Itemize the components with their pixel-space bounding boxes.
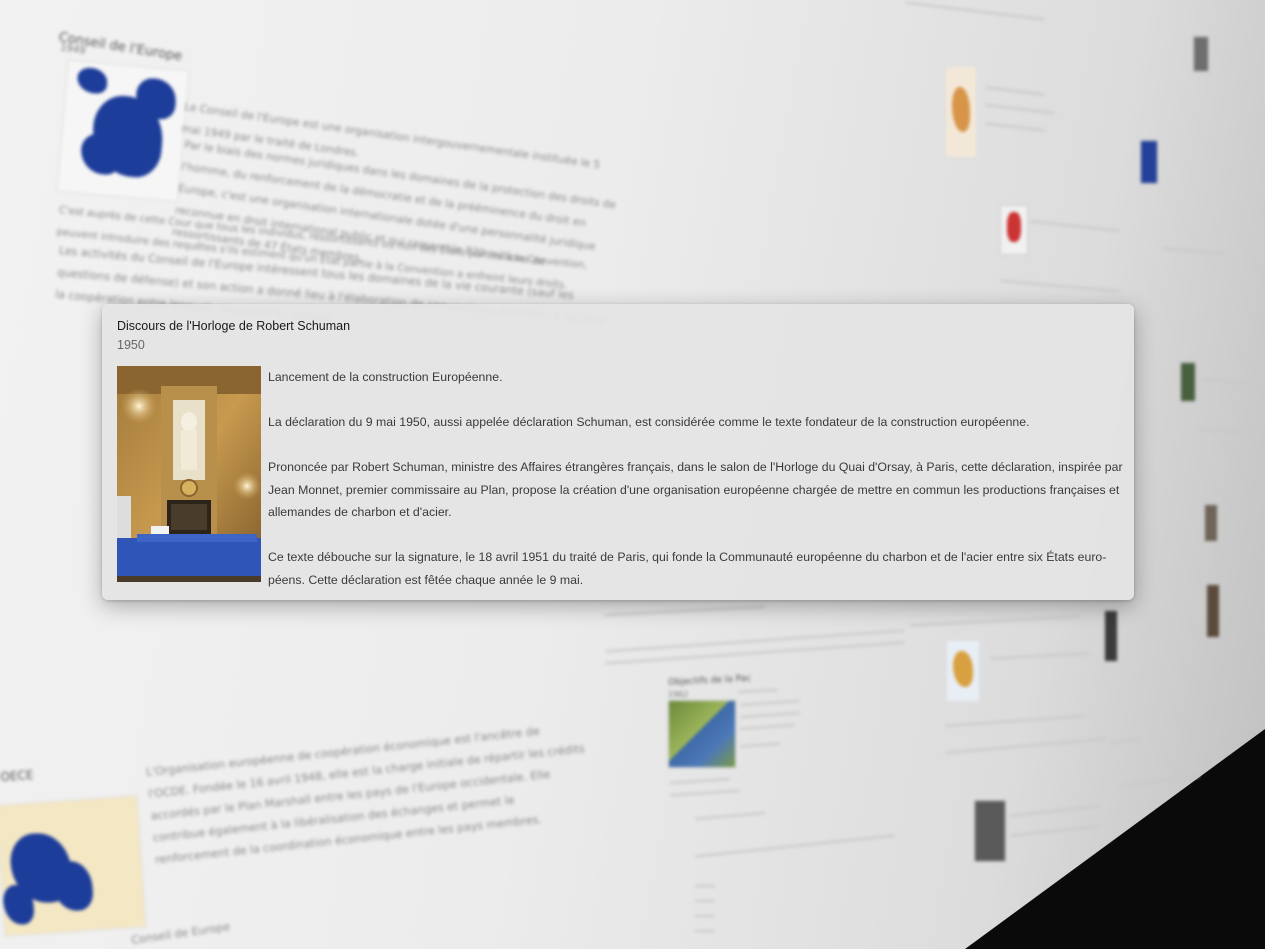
photo-thumbnail — [1206, 584, 1220, 638]
photo-thumbnail — [1104, 610, 1118, 662]
section-title-pac: Objectifs de la Pac — [668, 673, 752, 688]
event-year: 1950 — [117, 338, 145, 352]
section-year-pac: 1962 — [668, 690, 689, 699]
europe-map-thumbnail — [0, 795, 147, 937]
flag-thumbnail — [1140, 140, 1158, 184]
photo-thumbnail — [1204, 504, 1218, 542]
map-thumbnail — [945, 66, 977, 158]
event-description: Lancement de la construction Européenne.… — [268, 366, 1123, 591]
map-thumbnail — [946, 640, 980, 702]
photo-thumbnail — [1180, 362, 1196, 402]
section-paragraph: L'Organisation européenne de coopération… — [145, 724, 586, 867]
event-detail-card[interactable]: Discours de l'Horloge de Robert Schuman … — [102, 304, 1134, 600]
photo-thumbnail — [974, 800, 1006, 862]
map-thumbnail — [1000, 205, 1028, 255]
event-title: Discours de l'Horloge de Robert Schuman — [117, 319, 351, 333]
salon-horloge-photo — [117, 366, 261, 582]
europe-map-thumbnail — [56, 59, 190, 203]
event-paragraph: Ce texte débouche sur la signature, le 1… — [268, 550, 1107, 587]
event-paragraph: Prononcée par Robert Schuman, ministre d… — [268, 460, 1123, 519]
section-title-oece: OECE — [0, 767, 34, 784]
event-paragraph: La déclaration du 9 mai 1950, aussi appe… — [268, 415, 1030, 429]
photo-thumbnail — [1193, 36, 1209, 72]
event-paragraph: Lancement de la construction Européenne. — [268, 370, 503, 384]
pac-image-thumbnail — [668, 700, 736, 768]
section-paragraph: Conseil de Europe — [130, 920, 231, 947]
